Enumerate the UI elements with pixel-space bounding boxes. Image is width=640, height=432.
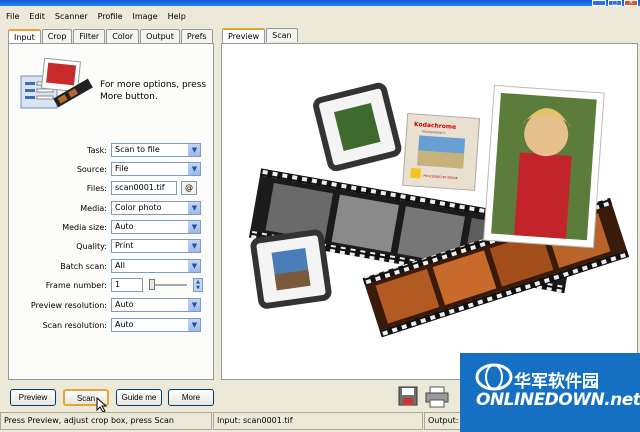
slider-thumb[interactable]	[149, 279, 155, 290]
scan-resolution-select[interactable]: Auto ▼	[111, 318, 201, 332]
scan-resolution-label: Scan resolution:	[42, 320, 107, 330]
source-select[interactable]: File ▼	[111, 162, 201, 176]
preview-image: Kodachrome TRANSPARENCY PROCESSED BY KOD…	[249, 82, 630, 338]
maximize-icon[interactable]: □	[608, 0, 622, 6]
media-select[interactable]: Color photo ▼	[111, 201, 201, 215]
batch-scan-value: All	[115, 261, 125, 270]
tab-preview[interactable]: Preview	[222, 28, 266, 43]
preview-resolution-row: Preview resolution: Auto ▼	[9, 297, 215, 313]
scan-resolution-value: Auto	[115, 320, 134, 329]
quality-select[interactable]: Print ▼	[111, 239, 201, 253]
task-select[interactable]: Scan to file ▼	[111, 143, 201, 157]
chevron-down-icon[interactable]: ▼	[188, 319, 200, 331]
frame-number-label: Frame number:	[45, 280, 107, 290]
info-text: For more options, press More button.	[100, 80, 207, 102]
files-browse-button[interactable]: @	[181, 181, 197, 195]
menu-image[interactable]: Image	[133, 12, 158, 21]
batch-scan-row: Batch scan: All ▼	[9, 258, 215, 274]
media-size-value: Auto	[115, 222, 134, 231]
watermark-en: ONLINEDOWN.net	[476, 390, 640, 410]
tab-output[interactable]: Output	[140, 29, 180, 43]
media-size-row: Media size: Auto ▼	[9, 219, 215, 235]
close-icon[interactable]: ×	[624, 0, 638, 6]
status-hint: Press Preview, adjust crop box, press Sc…	[0, 412, 212, 430]
quality-value: Print	[115, 241, 134, 250]
status-input: Input: scan0001.tif	[213, 412, 423, 430]
menu-help[interactable]: Help	[168, 12, 186, 21]
menu-scanner[interactable]: Scanner	[55, 12, 88, 21]
files-input[interactable]: scan0001.tif	[111, 181, 177, 195]
left-tab-strip: Input Crop Filter Color Output Prefs	[8, 29, 214, 44]
quality-row: Quality: Print ▼	[9, 238, 215, 254]
menu-file[interactable]: File	[6, 12, 19, 21]
chevron-down-icon[interactable]: ▼	[188, 260, 200, 272]
menu-edit[interactable]: Edit	[29, 12, 45, 21]
menu-bar: File Edit Scanner Profile Image Help	[0, 8, 640, 24]
frame-spinner[interactable]: ▲ ▼	[193, 278, 203, 292]
tab-input[interactable]: Input	[8, 29, 41, 44]
media-value: Color photo	[115, 203, 162, 212]
chevron-down-icon[interactable]: ▼	[188, 299, 200, 311]
tab-crop[interactable]: Crop	[41, 29, 73, 43]
scanner-illustration-icon	[20, 58, 93, 109]
scan-resolution-row: Scan resolution: Auto ▼	[9, 317, 215, 333]
media-size-select[interactable]: Auto ▼	[111, 220, 201, 234]
chevron-down-icon[interactable]: ▼	[188, 221, 200, 233]
source-value: File	[115, 164, 129, 173]
chevron-down-icon[interactable]: ▼	[188, 240, 200, 252]
media-row: Media: Color photo ▼	[9, 200, 215, 216]
files-label: Files:	[86, 183, 107, 193]
watermark-logo: 华军软件园 ONLINEDOWN.net	[460, 353, 640, 432]
media-size-label: Media size:	[62, 222, 107, 232]
minimize-icon[interactable]: _	[592, 0, 606, 6]
frame-slider[interactable]	[149, 279, 187, 290]
batch-scan-label: Batch scan:	[60, 261, 107, 271]
files-row: Files: scan0001.tif @	[9, 180, 215, 196]
media-label: Media:	[80, 203, 107, 213]
guide-me-button[interactable]: Guide me	[116, 389, 162, 406]
quality-label: Quality:	[76, 241, 107, 251]
preview-area[interactable]: Kodachrome TRANSPARENCY PROCESSED BY KOD…	[221, 43, 638, 380]
mouse-cursor-icon	[96, 397, 108, 413]
frame-number-input[interactable]: 1	[111, 278, 143, 292]
preview-resolution-value: Auto	[115, 300, 134, 309]
save-icon[interactable]	[398, 386, 418, 406]
preview-button[interactable]: Preview	[10, 389, 56, 406]
chevron-down-icon[interactable]: ▼	[188, 202, 200, 214]
menu-profile[interactable]: Profile	[98, 12, 123, 21]
batch-scan-select[interactable]: All ▼	[111, 259, 201, 273]
chevron-down-icon[interactable]: ▼	[188, 163, 200, 175]
chevron-down-icon[interactable]: ▼	[188, 144, 200, 156]
tab-filter[interactable]: Filter	[73, 29, 106, 43]
task-label: Task:	[87, 145, 107, 155]
preview-resolution-select[interactable]: Auto ▼	[111, 298, 201, 312]
tab-color[interactable]: Color	[106, 29, 140, 43]
print-icon[interactable]	[425, 386, 451, 408]
preview-resolution-label: Preview resolution:	[30, 300, 107, 310]
tab-prefs[interactable]: Prefs	[180, 29, 213, 43]
title-bar: _ □ ×	[0, 0, 640, 6]
source-row: Source: File ▼	[9, 161, 215, 177]
task-value: Scan to file	[115, 145, 160, 154]
frame-number-row: Frame number: 1 ▲ ▼	[9, 277, 215, 293]
source-label: Source:	[76, 164, 107, 174]
input-panel: For more options, press More button. Tas…	[8, 43, 214, 380]
globe-icon	[475, 363, 513, 391]
watermark-cn: 华军软件园	[514, 372, 599, 392]
right-tab-strip: Preview Scan	[222, 28, 299, 43]
more-button[interactable]: More	[168, 389, 214, 406]
tab-scan[interactable]: Scan	[266, 28, 298, 42]
task-row: Task: Scan to file ▼	[9, 142, 215, 158]
